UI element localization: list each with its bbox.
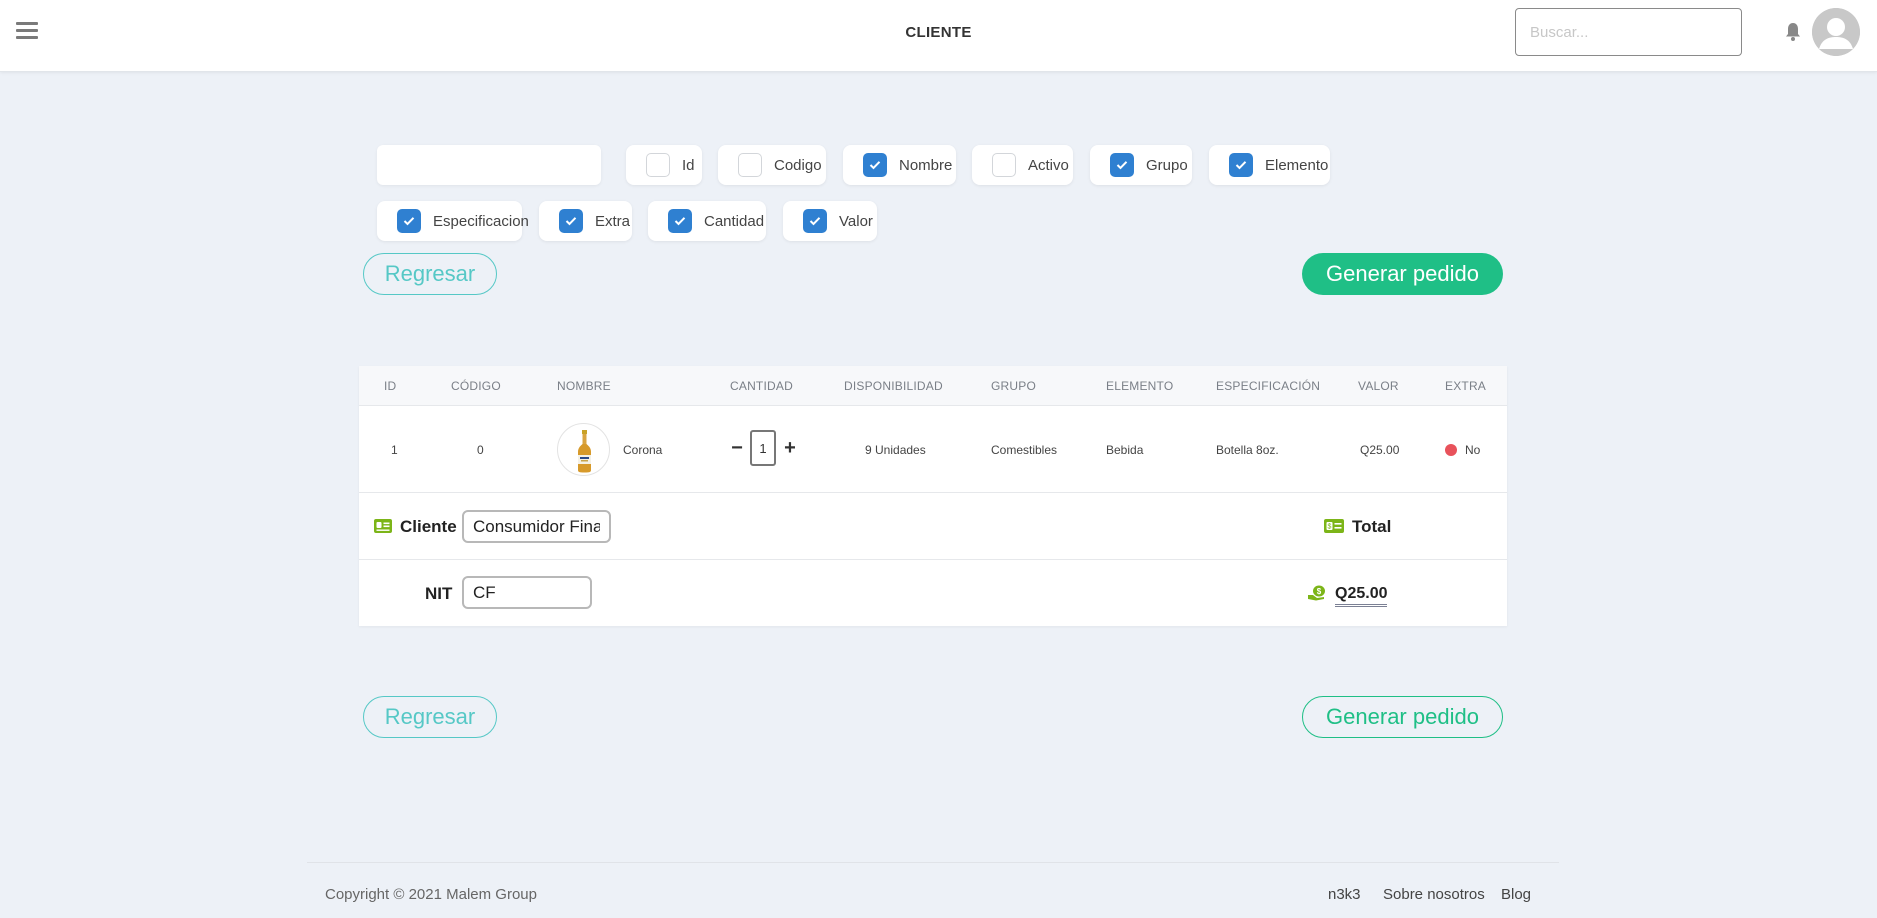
cell-id: 1: [391, 443, 398, 457]
back-button-top[interactable]: Regresar: [363, 253, 497, 295]
money-hand-icon: $: [1308, 584, 1328, 606]
nit-summary-row: NIT $ Q25.00: [359, 560, 1507, 626]
product-image: [557, 423, 610, 476]
quantity-input[interactable]: [750, 430, 776, 466]
checkbox-activo[interactable]: [992, 153, 1016, 177]
column-toggle-label: Especificacion: [433, 212, 529, 230]
check-icon: [565, 217, 577, 226]
column-toggle-id[interactable]: Id: [626, 145, 702, 185]
column-toggle-label: Grupo: [1146, 156, 1188, 174]
nit-input[interactable]: [462, 576, 592, 609]
column-toggle-codigo[interactable]: Codigo: [718, 145, 826, 185]
increment-button[interactable]: +: [782, 436, 798, 460]
checkbox-nombre[interactable]: [863, 153, 887, 177]
footer-link-blog[interactable]: Blog: [1501, 886, 1531, 903]
footer-copyright: Copyright © 2021 Malem Group: [325, 886, 537, 903]
column-toggle-label: Codigo: [774, 156, 822, 174]
client-label: Cliente: [400, 517, 457, 536]
column-toggle-label: Extra: [595, 212, 631, 230]
checkbox-codigo[interactable]: [738, 153, 762, 177]
top-navbar: CLIENTE: [0, 0, 1877, 72]
column-toggle-activo[interactable]: Activo: [972, 145, 1073, 185]
cell-valor: Q25.00: [1360, 443, 1400, 457]
column-toggle-grupo[interactable]: Grupo: [1090, 145, 1192, 185]
checkbox-valor[interactable]: [803, 209, 827, 233]
column-toggle-label: Id: [682, 156, 695, 174]
column-toggle-elemento[interactable]: Elemento: [1209, 145, 1330, 185]
total-label: Total: [1352, 517, 1392, 536]
cell-disponibilidad: 9 Unidades: [865, 443, 926, 457]
column-header-valor: VALOR: [1358, 379, 1399, 393]
bill-icon: $: [1324, 519, 1344, 538]
column-header-nombre: NOMBRE: [557, 379, 611, 393]
checkbox-id[interactable]: [646, 153, 670, 177]
svg-text:$: $: [1317, 587, 1322, 596]
column-toggle-cantidad[interactable]: Cantidad: [648, 201, 766, 241]
check-icon: [403, 217, 415, 226]
column-header-id: ID: [384, 379, 397, 393]
svg-text:$: $: [1328, 524, 1332, 531]
check-icon: [674, 217, 686, 226]
column-header-especificacion: ESPECIFICACIÓN: [1216, 379, 1321, 393]
check-icon: [1116, 161, 1128, 170]
column-header-disponibilidad: DISPONIBILIDAD: [844, 379, 943, 393]
column-header-cantidad: CANTIDAD: [730, 379, 793, 393]
cell-especificacion: Botella 8oz.: [1216, 443, 1279, 457]
cell-elemento: Bebida: [1106, 443, 1144, 457]
generate-order-button-bottom[interactable]: Generar pedido: [1302, 696, 1503, 738]
footer-divider: [307, 862, 1559, 863]
checkbox-cantidad[interactable]: [668, 209, 692, 233]
table-header: ID CÓDIGO NOMBRE CANTIDAD DISPONIBILIDAD…: [359, 366, 1507, 406]
status-dot: [1445, 444, 1457, 456]
order-table-card: ID CÓDIGO NOMBRE CANTIDAD DISPONIBILIDAD…: [359, 366, 1507, 626]
back-button-bottom[interactable]: Regresar: [363, 696, 497, 738]
column-filter-input[interactable]: [377, 145, 601, 185]
cell-nombre: Corona: [623, 443, 663, 457]
column-toggle-nombre[interactable]: Nombre: [843, 145, 956, 185]
check-icon: [869, 161, 881, 170]
table-row: 1 0 Corona − + 9 Unidades Comestibles Be…: [359, 406, 1507, 493]
check-icon: [809, 217, 821, 226]
total-amount: Q25.00: [1335, 585, 1388, 607]
column-toggle-label: Nombre: [899, 156, 953, 174]
checkbox-elemento[interactable]: [1229, 153, 1253, 177]
column-toggle-valor[interactable]: Valor: [783, 201, 877, 241]
checkbox-extra[interactable]: [559, 209, 583, 233]
cell-grupo: Comestibles: [991, 443, 1058, 457]
column-toggle-extra[interactable]: Extra: [539, 201, 632, 241]
footer-link-about[interactable]: Sobre nosotros: [1383, 886, 1485, 903]
id-card-icon: [374, 519, 392, 538]
footer-link-n3k3[interactable]: n3k3: [1328, 886, 1361, 903]
checkbox-grupo[interactable]: [1110, 153, 1134, 177]
beer-bottle-icon: [578, 430, 591, 473]
column-header-extra: EXTRA: [1445, 379, 1487, 393]
column-toggle-especificacion[interactable]: Especificacion: [377, 201, 529, 241]
cell-extra: No: [1465, 443, 1481, 457]
generate-order-button-top[interactable]: Generar pedido: [1302, 253, 1503, 295]
avatar[interactable]: [1812, 8, 1860, 56]
nit-label: NIT: [425, 584, 453, 603]
column-header-elemento: ELEMENTO: [1106, 379, 1174, 393]
column-header-codigo: CÓDIGO: [451, 379, 501, 393]
column-header-grupo: GRUPO: [991, 379, 1037, 393]
column-toggle-label: Activo: [1028, 156, 1069, 174]
decrement-button[interactable]: −: [729, 436, 745, 460]
checkbox-especificacion[interactable]: [397, 209, 421, 233]
client-summary-row: Cliente $ Total: [359, 493, 1507, 560]
column-toggle-label: Valor: [839, 212, 873, 230]
search-input[interactable]: [1515, 8, 1742, 56]
column-toggle-label: Elemento: [1265, 156, 1329, 174]
bell-icon[interactable]: [1785, 22, 1801, 42]
column-toggle-label: Cantidad: [704, 212, 765, 230]
client-name-input[interactable]: [462, 510, 611, 543]
cell-codigo: 0: [477, 443, 484, 457]
check-icon: [1235, 161, 1247, 170]
